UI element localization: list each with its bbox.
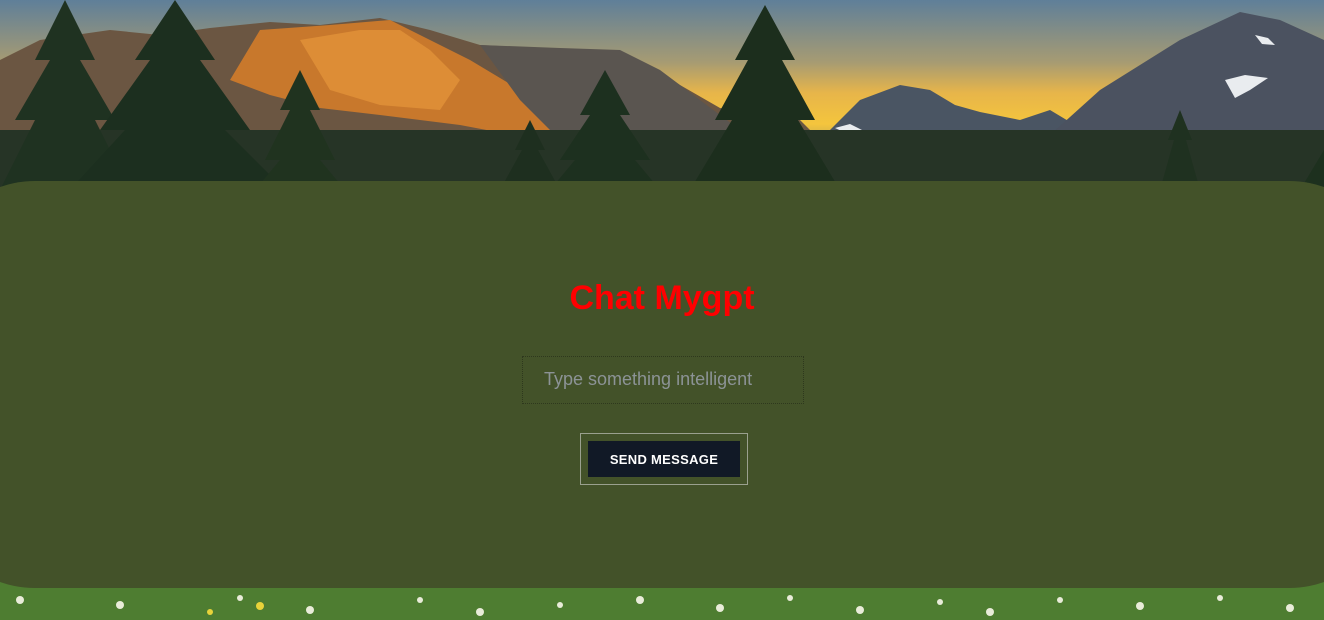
page-title: Chat Mygpt xyxy=(569,279,755,317)
message-input[interactable] xyxy=(523,357,803,403)
page-background: Chat Mygpt SEND MESSAGE xyxy=(0,0,1324,620)
message-input-container xyxy=(522,356,804,404)
send-message-button[interactable]: SEND MESSAGE xyxy=(588,441,740,477)
